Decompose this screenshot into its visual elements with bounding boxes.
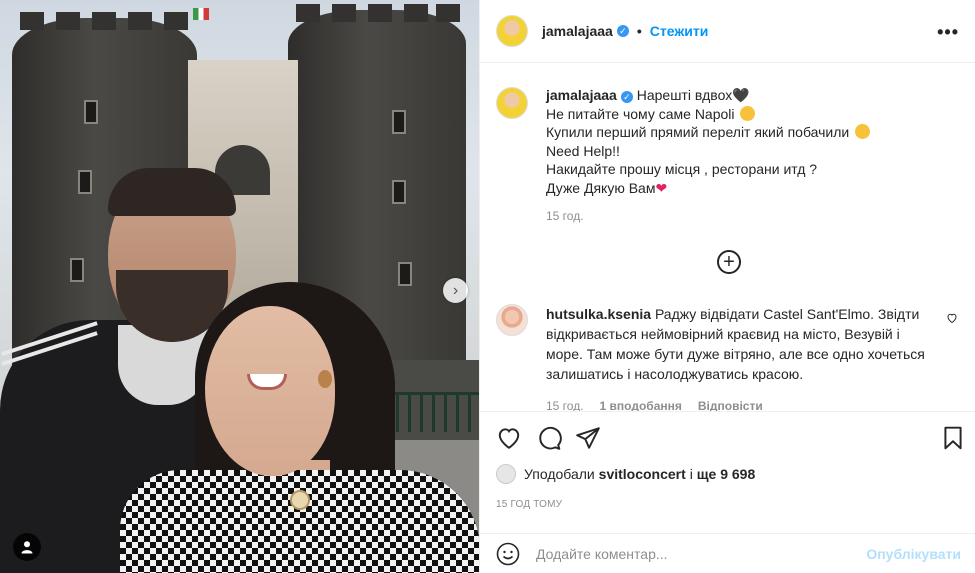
verified-badge-icon: ✓: [620, 91, 633, 103]
laughing-emoji-icon: [740, 105, 756, 121]
plus-circle-icon: +: [723, 251, 735, 273]
load-more-comments-button[interactable]: +: [717, 250, 741, 274]
instagram-post-view: › jamalajaaa ✓ • Стежити ••• jamalajaaa ✓: [0, 0, 975, 573]
caption-time[interactable]: 15 год.: [546, 207, 946, 226]
save-bookmark-icon[interactable]: [940, 425, 966, 451]
winking-tongue-emoji-icon: [855, 124, 871, 139]
tagged-users-button[interactable]: [13, 533, 41, 561]
post-caption: jamalajaaa ✓ Нарешті вдвох🖤 Не питайте чо…: [496, 86, 946, 226]
author-username[interactable]: jamalajaaa: [542, 23, 613, 39]
chevron-right-icon: ›: [452, 281, 459, 299]
post-header: jamalajaaa ✓ • Стежити •••: [480, 0, 975, 63]
caption-line: Нарешті вдвох: [636, 87, 733, 103]
caption-line: Накидайте прошу місця , ресторани итд ?: [546, 161, 818, 177]
publish-button[interactable]: Опублікувати: [866, 546, 961, 562]
black-heart-icon: 🖤: [732, 87, 750, 103]
emoji-smiley-icon[interactable]: [496, 542, 520, 566]
caption-line: Need Help!!: [546, 142, 620, 159]
add-comment-bar: Опублікувати: [480, 533, 975, 573]
user-icon: [21, 541, 33, 554]
avatar[interactable]: [496, 15, 528, 47]
caption-line: Не питайте чому саме Napoli: [546, 105, 735, 122]
pendant-necklace: [290, 490, 310, 510]
post-photo[interactable]: ›: [0, 0, 479, 573]
post-side-panel: jamalajaaa ✓ • Стежити ••• jamalajaaa ✓ Н…: [479, 0, 975, 573]
liker-username[interactable]: svitloconcert: [599, 466, 686, 482]
comment-username[interactable]: hutsulka.ksenia: [546, 306, 651, 322]
heart-outline-icon[interactable]: [946, 312, 958, 324]
avatar[interactable]: [496, 304, 528, 336]
comments-section[interactable]: jamalajaaa ✓ Нарешті вдвох🖤 Не питайте чо…: [480, 64, 975, 411]
dot-separator: •: [636, 23, 642, 39]
verified-badge-icon: ✓: [616, 25, 629, 37]
comment-item: hutsulka.ksenia Раджу відвідати Castel S…: [496, 304, 966, 411]
comment-time[interactable]: 15 год.: [546, 396, 584, 411]
caption-username[interactable]: jamalajaaa: [546, 87, 617, 103]
red-heart-icon: ❤: [655, 179, 668, 196]
likes-conjunction: і: [689, 466, 693, 482]
avatar[interactable]: [496, 87, 528, 119]
more-options-icon[interactable]: •••: [937, 22, 959, 43]
caption-line: Дуже Дякую Вам: [546, 179, 656, 196]
comment-input[interactable]: [536, 545, 867, 562]
comment-likes-count[interactable]: 1 вподобання: [600, 396, 682, 411]
share-paper-plane-icon[interactable]: [575, 425, 601, 451]
caption-line: Купили перший прямий переліт який побачи…: [546, 124, 850, 140]
post-actions-bar: [480, 411, 975, 464]
likes-count[interactable]: ще 9 698: [697, 466, 756, 482]
like-heart-icon[interactable]: [496, 425, 522, 451]
reply-button[interactable]: Відповісти: [698, 396, 763, 411]
post-timestamp[interactable]: 15 ГОД ТОМУ: [496, 499, 562, 510]
italian-flag: [193, 8, 209, 20]
likes-prefix: Уподобали: [524, 466, 595, 482]
likes-summary: Уподобали svitloconcert і ще 9 698: [496, 464, 755, 484]
houndstooth-coat: [120, 470, 479, 573]
comment-bubble-icon[interactable]: [536, 425, 562, 451]
liker-avatar[interactable]: [496, 464, 516, 484]
carousel-next-button[interactable]: ›: [443, 278, 468, 303]
follow-button[interactable]: Стежити: [650, 23, 709, 39]
